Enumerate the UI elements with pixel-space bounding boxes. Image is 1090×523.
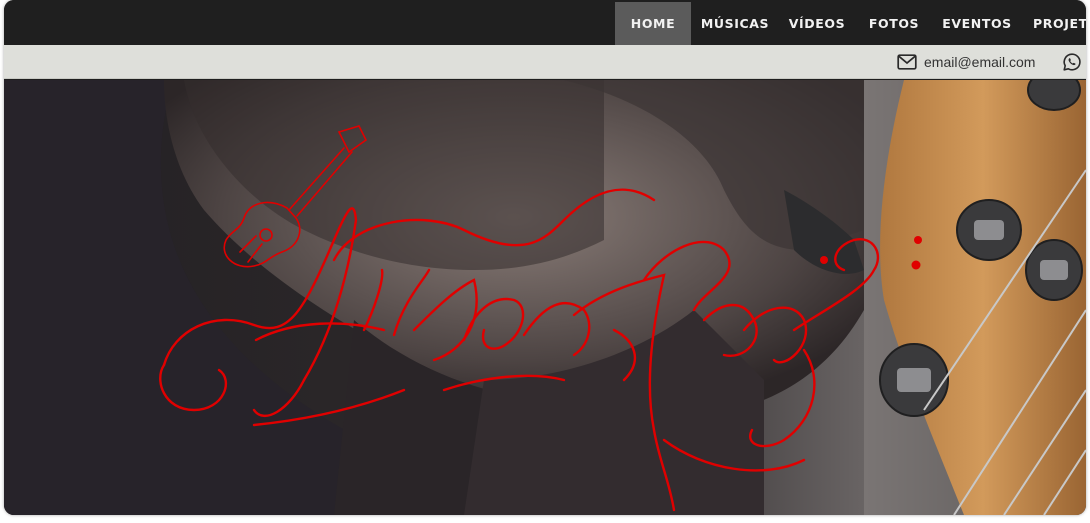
nav-item-musicas[interactable]: MÚSICAS [691,2,779,45]
browser-frame: HOME MÚSICAS VÍDEOS FOTOS EVENTOS PROJET… [4,0,1086,515]
hero-artwork [4,80,1086,515]
hero-banner [4,80,1086,515]
top-navigation: HOME MÚSICAS VÍDEOS FOTOS EVENTOS PROJET… [4,0,1086,45]
musician-photo [4,80,1086,515]
envelope-icon[interactable] [897,54,917,70]
email-link[interactable]: email@email.com [924,54,1035,70]
contact-bar: email@email.com [4,45,1086,79]
nav-item-projeto[interactable]: PROJETO [1021,2,1086,45]
whatsapp-icon[interactable] [1062,52,1082,72]
nav-item-videos[interactable]: VÍDEOS [779,2,855,45]
nav-item-fotos[interactable]: FOTOS [855,2,933,45]
nav-item-home[interactable]: HOME [615,2,691,45]
nav-item-eventos[interactable]: EVENTOS [933,2,1021,45]
nav-menu: HOME MÚSICAS VÍDEOS FOTOS EVENTOS PROJET… [615,2,1086,45]
